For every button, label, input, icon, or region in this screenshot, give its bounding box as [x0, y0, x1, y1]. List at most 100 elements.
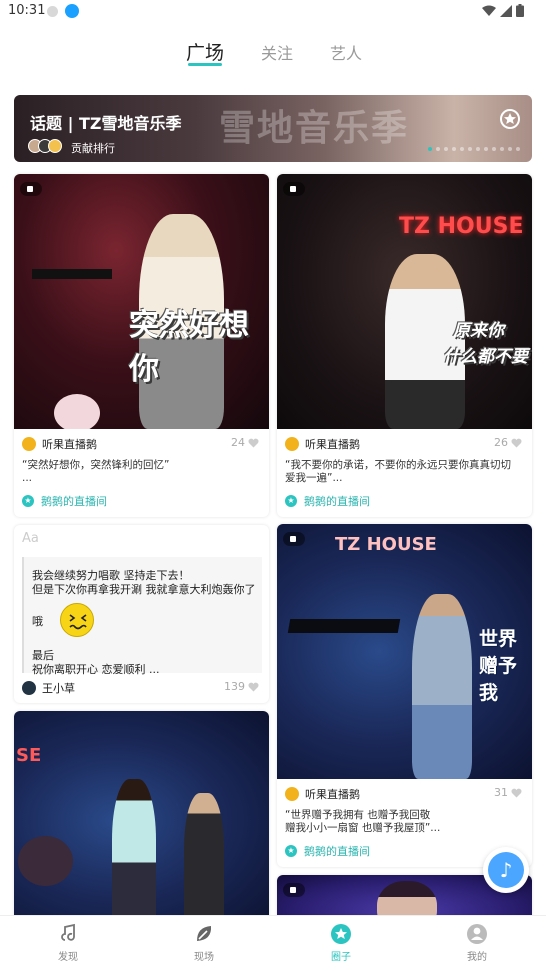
post-text: “突然好想你，突然锋利的回忆” ... [22, 459, 259, 485]
pager-dot [516, 147, 520, 151]
avatar [285, 787, 299, 801]
music-stand [32, 269, 112, 279]
post-text-line: “我不要你的承诺，不要你的永远只要你真真切切 [285, 459, 511, 471]
like-button[interactable]: 139 [224, 680, 259, 693]
battery-icon [516, 4, 524, 17]
person-icon [467, 924, 487, 944]
video-caption-line1: 原来你 [453, 321, 504, 341]
nav-mine[interactable]: 我的 [447, 923, 507, 963]
post-image: 突然好想你 [14, 174, 269, 429]
guitarist-figure [184, 793, 224, 931]
like-button[interactable]: 24 [231, 436, 259, 449]
music-note-icon [61, 923, 75, 941]
post-image: TZ HOUSE 世界赠予我 [277, 524, 532, 779]
like-count: 26 [494, 436, 508, 449]
post-text-line: “突然好想你，突然锋利的回忆” [22, 459, 170, 471]
nav-live[interactable]: 现场 [174, 923, 234, 963]
post-card[interactable]: TZ HOUSE 世界赠予我 听果直播鹅 31 “世界赠予我拥有 也赠予我回敬 … [277, 524, 532, 867]
post-card[interactable]: 突然好想你 听果直播鹅 24 “突然好想你，突然锋利的回忆” ... ★ 鹅鹅的… [14, 174, 269, 517]
heart-icon [511, 438, 522, 447]
author-row[interactable]: 听果直播鹅 [285, 436, 360, 452]
heart-icon [248, 682, 259, 691]
author-row[interactable]: 听果直播鹅 [285, 786, 360, 802]
badge-star-icon[interactable] [500, 109, 520, 129]
music-note-icon: ♪ [488, 852, 524, 888]
post-quote: 我会继续努力唱歌 坚持走下去！ 但是下次你再拿我开涮 我就拿意大利炮轰你了 哦 … [22, 557, 262, 676]
banner-background-text: 雪地音乐季 [219, 108, 410, 149]
text-format-icon: Aa [22, 531, 39, 546]
avatar [285, 437, 299, 451]
author-row[interactable]: 王小草 [22, 680, 75, 696]
tab-follow[interactable]: 关注 [261, 40, 293, 64]
avatar [48, 139, 62, 153]
room-name: 鹅鹅的直播间 [41, 495, 107, 508]
wifi-icon [482, 5, 496, 16]
live-room-link[interactable]: ★ 鹅鹅的直播间 [285, 843, 370, 859]
like-button[interactable]: 31 [494, 786, 522, 799]
star-circle-icon: ★ [22, 495, 34, 507]
heart-icon [511, 788, 522, 797]
author-row[interactable]: 听果直播鹅 [22, 436, 97, 452]
venue-neon-sign: TZ HOUSE [335, 534, 437, 555]
video-tag-icon [283, 182, 305, 196]
post-image: SE [14, 711, 269, 931]
nav-label: 发现 [58, 952, 78, 963]
venue-neon-sign: TZ HOUSE [399, 214, 524, 239]
contributor-avatars [28, 139, 62, 153]
banner-title: 话题 | TZ雪地音乐季 [30, 114, 182, 133]
post-text-line: 爱我一遍”... [285, 472, 343, 484]
post-card[interactable]: TZ HOUSE 原来你 什么都不要 听果直播鹅 26 “我不要你的承诺，不要你… [277, 174, 532, 517]
status-icons [482, 4, 524, 17]
nav-circle[interactable]: 圈子 [311, 923, 371, 963]
post-text: “世界赠予我拥有 也赠予我回敬 赠我小小一扇窗 也赠予我屋顶”... [285, 809, 522, 835]
author-name: 听果直播鹅 [305, 438, 360, 451]
star-circle-icon [331, 924, 351, 944]
like-button[interactable]: 26 [494, 436, 522, 449]
leaf-icon [197, 926, 212, 941]
star-circle-icon: ★ [285, 845, 297, 857]
pager-dot [468, 147, 472, 151]
author-name: 王小草 [42, 682, 75, 695]
pager-dot [436, 147, 440, 151]
singer-figure [412, 594, 472, 779]
like-count: 139 [224, 680, 245, 693]
tab-plaza[interactable]: 广场 [186, 38, 224, 65]
pager-dot [492, 147, 496, 151]
topic-banner[interactable]: 雪地音乐季 话题 | TZ雪地音乐季 贡献排行 [14, 95, 532, 162]
signal-icon [500, 4, 512, 17]
tab-artists[interactable]: 艺人 [330, 40, 362, 64]
status-bar: 10:31 [0, 0, 546, 24]
avatar [22, 437, 36, 451]
singer-figure [112, 779, 156, 931]
app-screen: 10:31 广场 关注 艺人 雪地音乐季 话题 | TZ雪地音乐季 贡献排行 突… [0, 0, 546, 971]
text-post-card[interactable]: Aa 我会继续努力唱歌 坚持走下去！ 但是下次你再拿我开涮 我就拿意大利炮轰你了… [14, 525, 269, 703]
notification-dot-icon [47, 6, 58, 17]
nav-discover[interactable]: 发现 [38, 923, 98, 963]
status-time: 10:31 [8, 3, 46, 18]
like-count: 24 [231, 436, 245, 449]
live-room-link[interactable]: ★ 鹅鹅的直播间 [285, 493, 370, 509]
pager-dot [452, 147, 456, 151]
avatar [22, 681, 36, 695]
post-text-line: 但是下次你再拿我开涮 我就拿意大利炮轰你了 [32, 583, 256, 596]
banner-pager-dots [428, 147, 520, 151]
pager-dot [508, 147, 512, 151]
pager-dot [500, 147, 504, 151]
post-image: TZ HOUSE 原来你 什么都不要 [277, 174, 532, 429]
post-text-line: ... [22, 472, 33, 484]
live-room-link[interactable]: ★ 鹅鹅的直播间 [22, 493, 107, 509]
post-card[interactable]: SE [14, 711, 269, 931]
post-text-line: 哦 [32, 615, 43, 628]
post-text-line: 祝你离职开心 恋爱顺利 ... [32, 663, 160, 676]
drum-shape [18, 836, 73, 886]
music-stand [287, 619, 401, 633]
author-name: 听果直播鹅 [305, 788, 360, 801]
music-player-button[interactable]: ♪ [483, 847, 529, 893]
pager-dot [460, 147, 464, 151]
star-circle-icon: ★ [285, 495, 297, 507]
room-name: 鹅鹅的直播间 [304, 845, 370, 858]
contribution-rank-link[interactable]: 贡献排行 [71, 140, 115, 156]
post-text: “我不要你的承诺，不要你的永远只要你真真切切 爱我一遍”... [285, 459, 522, 485]
top-tabs: 广场 关注 艺人 [0, 40, 546, 70]
active-tab-indicator [188, 63, 222, 66]
